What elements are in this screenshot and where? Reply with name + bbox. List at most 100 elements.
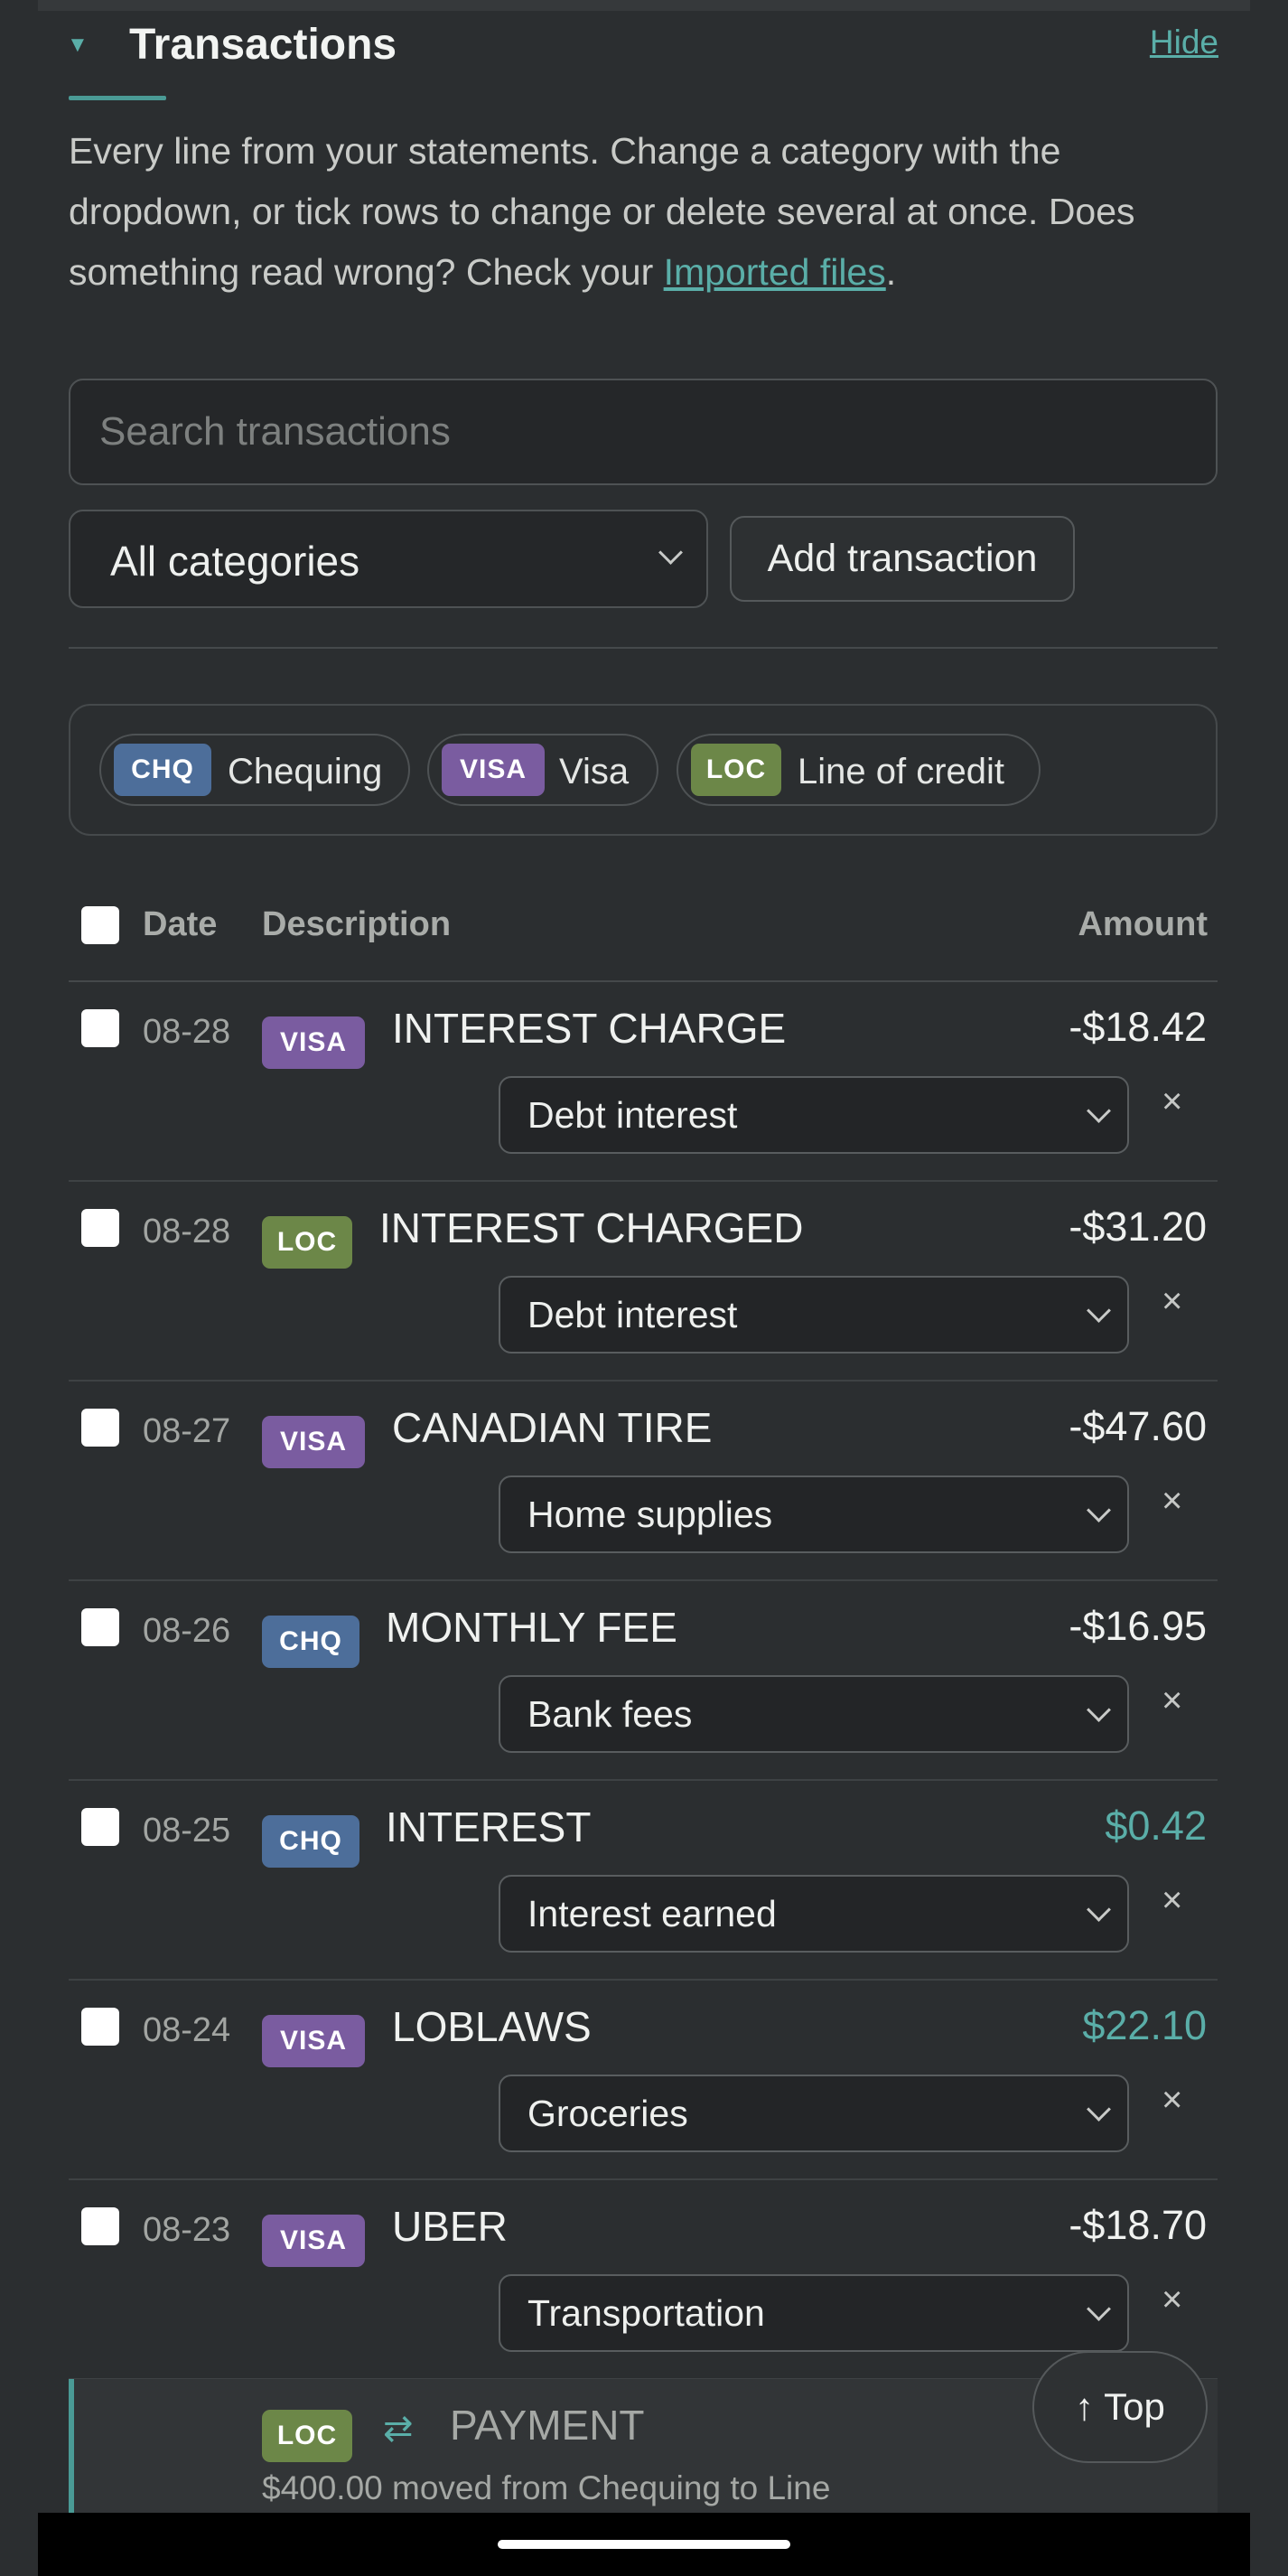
row-date: 08-25 bbox=[143, 1812, 231, 1850]
account-badge: VISA bbox=[262, 1416, 365, 1468]
row-amount: $22.10 bbox=[1082, 2002, 1207, 2048]
row-amount: -$31.20 bbox=[1069, 1204, 1207, 1250]
hide-link[interactable]: Hide bbox=[1150, 23, 1218, 61]
category-select[interactable]: Groceries bbox=[499, 2075, 1129, 2152]
intro-text: Every line from your statements. Change … bbox=[69, 121, 1225, 303]
table-row: 08-27 VISA CANADIAN TIRE -$47.60 Home su… bbox=[69, 1382, 1218, 1581]
account-badge: LOC bbox=[262, 2410, 352, 2462]
category-select[interactable]: Interest earned bbox=[499, 1875, 1129, 1953]
back-to-top-button[interactable]: ↑ Top bbox=[1032, 2351, 1208, 2463]
row-date: 08-26 bbox=[143, 1612, 231, 1650]
delete-icon[interactable]: × bbox=[1162, 1880, 1182, 1921]
account-badge: VISA bbox=[442, 744, 545, 796]
category-value: Transportation bbox=[527, 2292, 765, 2334]
account-badge: LOC bbox=[691, 744, 781, 796]
category-select[interactable]: Transportation bbox=[499, 2274, 1129, 2352]
row-checkbox[interactable] bbox=[81, 1608, 119, 1646]
account-badge: CHQ bbox=[262, 1616, 359, 1668]
transfer-subtitle: $400.00 moved from Chequing to Line bbox=[262, 2469, 831, 2506]
account-badge: CHQ bbox=[262, 1815, 359, 1868]
intro-end: . bbox=[885, 251, 897, 293]
category-select[interactable]: Debt interest bbox=[499, 1276, 1129, 1354]
category-value: Debt interest bbox=[527, 1094, 738, 1136]
row-amount: -$18.42 bbox=[1069, 1004, 1207, 1050]
row-date: 08-28 bbox=[143, 1213, 231, 1251]
top-strip bbox=[38, 0, 1250, 11]
delete-icon[interactable]: × bbox=[1162, 1481, 1182, 1522]
account-badge: LOC bbox=[262, 1216, 352, 1269]
row-checkbox[interactable] bbox=[81, 1808, 119, 1846]
row-amount: -$47.60 bbox=[1069, 1403, 1207, 1449]
category-select[interactable]: Bank fees bbox=[499, 1675, 1129, 1753]
chevron-down-icon bbox=[1087, 1897, 1111, 1922]
table-row: 08-26 CHQ MONTHLY FEE -$16.95 Bank fees … bbox=[69, 1581, 1218, 1781]
row-date: 08-23 bbox=[143, 2211, 231, 2249]
title-underline bbox=[69, 96, 166, 100]
category-value: Interest earned bbox=[527, 1893, 777, 1934]
account-chip-line-of-credit[interactable]: LOC Line of credit bbox=[677, 734, 1041, 806]
search-input[interactable] bbox=[69, 379, 1218, 485]
category-select[interactable]: Debt interest bbox=[499, 1076, 1129, 1154]
delete-icon[interactable]: × bbox=[1162, 2080, 1182, 2121]
column-header-amount[interactable]: Amount bbox=[1078, 905, 1208, 944]
chevron-down-icon bbox=[1087, 1099, 1111, 1123]
row-amount: -$16.95 bbox=[1069, 1603, 1207, 1649]
table-row: 08-28 VISA INTEREST CHARGE -$18.42 Debt … bbox=[69, 982, 1218, 1182]
row-checkbox[interactable] bbox=[81, 2207, 119, 2245]
account-badge: VISA bbox=[262, 2015, 365, 2067]
collapse-caret-icon[interactable]: ▼ bbox=[67, 33, 89, 58]
category-value: Debt interest bbox=[527, 1294, 738, 1335]
category-select[interactable]: Home supplies bbox=[499, 1475, 1129, 1553]
delete-icon[interactable]: × bbox=[1162, 1681, 1182, 1721]
row-description: UBER bbox=[392, 2203, 508, 2250]
delete-icon[interactable]: × bbox=[1162, 2280, 1182, 2320]
delete-icon[interactable]: × bbox=[1162, 1082, 1182, 1122]
table-row: 08-23 VISA UBER -$18.70 Transportation × bbox=[69, 2180, 1218, 2380]
category-filter-value: All categories bbox=[110, 538, 360, 585]
account-chip-chequing[interactable]: CHQ Chequing bbox=[99, 734, 410, 806]
chevron-down-icon bbox=[1087, 2297, 1111, 2321]
swap-arrows-icon: ⇄ bbox=[383, 2409, 414, 2449]
imported-files-link[interactable]: Imported files bbox=[664, 251, 886, 293]
account-chip-label: Line of credit bbox=[798, 752, 1005, 792]
transfer-title: PAYMENT bbox=[450, 2402, 645, 2449]
row-description: INTEREST bbox=[386, 1803, 592, 1850]
row-checkbox[interactable] bbox=[81, 1209, 119, 1247]
row-description: MONTHLY FEE bbox=[386, 1604, 677, 1651]
intro-body: Every line from your statements. Change … bbox=[69, 130, 1135, 293]
add-transaction-button[interactable]: Add transaction bbox=[730, 516, 1075, 602]
category-value: Bank fees bbox=[527, 1693, 693, 1735]
row-date: 08-24 bbox=[143, 2011, 231, 2049]
row-checkbox[interactable] bbox=[81, 2008, 119, 2046]
row-date: 08-28 bbox=[143, 1013, 231, 1051]
table-row: 08-25 CHQ INTEREST $0.42 Interest earned… bbox=[69, 1781, 1218, 1981]
chevron-down-icon bbox=[1087, 1498, 1111, 1522]
category-value: Groceries bbox=[527, 2093, 688, 2134]
home-indicator[interactable] bbox=[498, 2540, 790, 2549]
chevron-down-icon bbox=[1087, 1698, 1111, 1722]
row-description: INTEREST CHARGED bbox=[379, 1204, 804, 1251]
chevron-down-icon bbox=[658, 540, 683, 565]
account-chip-label: Visa bbox=[559, 752, 630, 792]
chevron-down-icon bbox=[1087, 2097, 1111, 2122]
account-chip-visa[interactable]: VISA Visa bbox=[427, 734, 658, 806]
account-badge: CHQ bbox=[114, 744, 211, 796]
table-row: 08-24 VISA LOBLAWS $22.10 Groceries × bbox=[69, 1981, 1218, 2180]
delete-icon[interactable]: × bbox=[1162, 1281, 1182, 1322]
divider bbox=[69, 647, 1218, 649]
account-chip-label: Chequing bbox=[228, 752, 383, 792]
row-date: 08-27 bbox=[143, 1412, 231, 1450]
account-badge: VISA bbox=[262, 1016, 365, 1069]
select-all-checkbox[interactable] bbox=[81, 906, 119, 944]
table-row: 08-28 LOC INTEREST CHARGED -$31.20 Debt … bbox=[69, 1182, 1218, 1382]
column-header-description[interactable]: Description bbox=[262, 905, 451, 944]
row-checkbox[interactable] bbox=[81, 1409, 119, 1447]
row-description: CANADIAN TIRE bbox=[392, 1404, 713, 1451]
section-title: Transactions bbox=[129, 21, 397, 69]
category-value: Home supplies bbox=[527, 1494, 773, 1535]
column-header-date[interactable]: Date bbox=[143, 905, 217, 944]
row-checkbox[interactable] bbox=[81, 1009, 119, 1047]
category-filter-select[interactable]: All categories bbox=[69, 510, 708, 608]
row-description: INTEREST CHARGE bbox=[392, 1005, 787, 1052]
row-amount: -$18.70 bbox=[1069, 2202, 1207, 2248]
